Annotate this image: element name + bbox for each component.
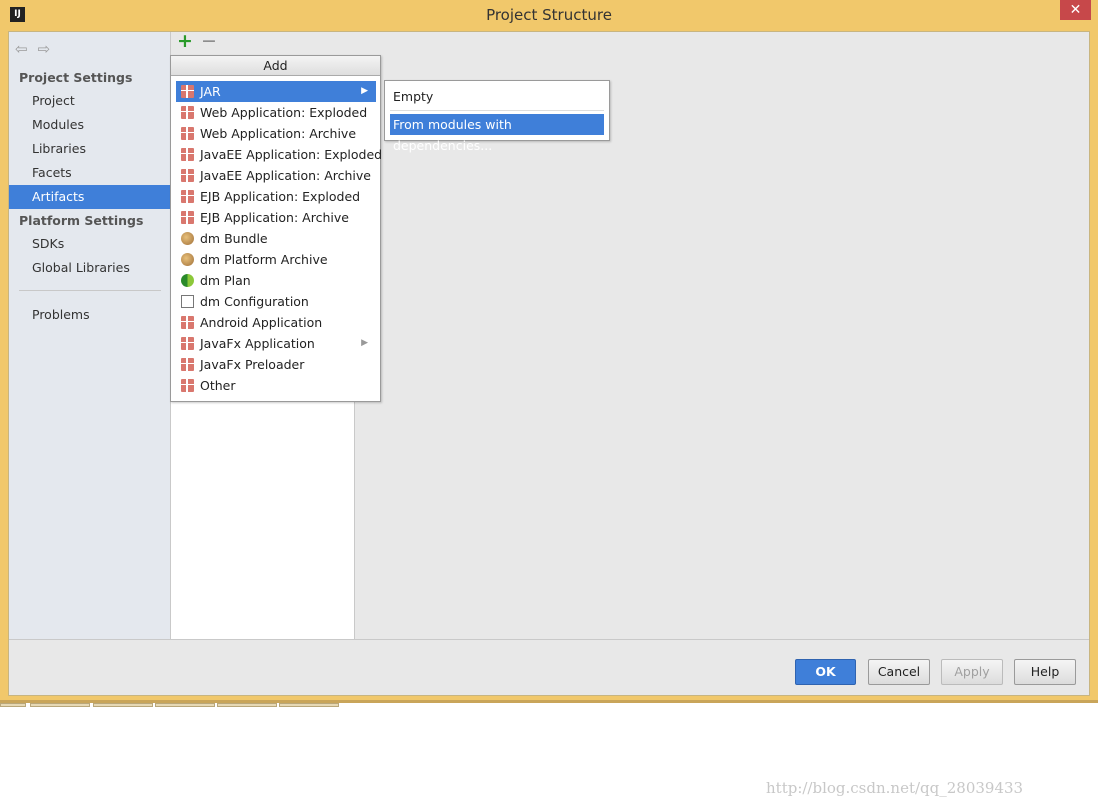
item-label: dm Plan [200,273,251,288]
item-label: EJB Application: Archive [200,210,349,225]
menu-item-javaee-application-archive[interactable]: JavaEE Application: Archive [176,165,376,186]
item-label: Artifacts [32,189,85,204]
menu-item-dm-plan[interactable]: dm Plan [176,270,376,291]
menu-item-other[interactable]: Other [176,375,376,396]
gift-icon [181,316,194,329]
forward-arrow-icon[interactable]: ⇨ [38,40,51,58]
gift-icon [181,211,194,224]
close-button[interactable]: ✕ [1060,0,1091,20]
sidebar: ⇦ ⇨ Project Settings Project Modules Librar… [9,32,171,639]
menu-item-dm-platform-archive[interactable]: dm Platform Archive [176,249,376,270]
gift-icon [181,106,194,119]
add-menu: Add JAR ▶ Web Application: Exploded Web App… [170,55,382,402]
artifacts-toolbar: + − [171,30,355,56]
doc-icon [181,295,194,308]
sidebar-item-problems[interactable]: Problems [9,303,171,327]
jar-submenu: Empty From modules with dependencies... [384,80,610,153]
help-button[interactable]: Help [1014,659,1076,685]
title-bar[interactable]: IJ Project Structure ✕ [0,0,1098,30]
menu-item-dm-bundle[interactable]: dm Bundle [176,228,376,249]
submenu-item-from-modules[interactable]: From modules with dependencies... [390,114,604,153]
sidebar-item-sdks[interactable]: SDKs [9,232,171,256]
nav-buttons: ⇦ ⇨ [15,40,60,58]
item-label: JAR [200,84,221,99]
osgi-icon [181,253,194,266]
sidebar-item-artifacts[interactable]: Artifacts [9,185,171,209]
watermark: http://blog.csdn.net/qq_28039433 [766,779,1024,797]
sidebar-item-libraries[interactable]: Libraries [9,137,171,161]
gift-icon [181,148,194,161]
menu-item-ejb-application-archive[interactable]: EJB Application: Archive [176,207,376,228]
item-label: SDKs [32,236,65,251]
back-arrow-icon[interactable]: ⇦ [15,40,28,58]
item-label: Facets [32,165,72,180]
menu-item-android-application[interactable]: Android Application [176,312,376,333]
plan-icon [181,274,194,287]
item-label: Other [200,378,236,393]
taskbar [0,703,340,707]
item-label: JavaEE Application: Exploded [200,147,383,162]
item-label: JavaFx Preloader [200,357,305,372]
apply-button[interactable]: Apply [941,659,1003,685]
platform-settings-heading: Platform Settings [19,213,144,228]
menu-item-javafx-preloader[interactable]: JavaFx Preloader [176,354,376,375]
gift-icon [181,190,194,203]
gift-icon [181,337,194,350]
item-label: Android Application [200,315,323,330]
item-label: JavaEE Application: Archive [200,168,371,183]
project-settings-heading: Project Settings [19,70,133,85]
item-label: Modules [32,117,84,132]
menu-item-ejb-application-exploded[interactable]: EJB Application: Exploded [176,186,376,207]
gift-icon [181,379,194,392]
menu-item-web-application-exploded[interactable]: Web Application: Exploded [176,102,376,123]
gift-icon [181,358,194,371]
item-label: dm Platform Archive [200,252,328,267]
gift-icon [181,85,194,98]
item-label: Global Libraries [32,260,130,275]
item-label: Web Application: Archive [200,126,357,141]
item-label: EJB Application: Exploded [200,189,361,204]
submenu-arrow-icon: ▶ [361,86,368,96]
window-title: Project Structure [486,6,612,24]
menu-item-javafx-application[interactable]: JavaFx Application ▶ [176,333,376,354]
submenu-arrow-icon: ▶ [361,338,368,348]
item-label: dm Configuration [200,294,309,309]
submenu-item-empty[interactable]: Empty [390,86,604,107]
sidebar-item-facets[interactable]: Facets [9,161,171,185]
ok-button[interactable]: OK [795,659,856,685]
item-label: Libraries [32,141,86,156]
item-label: Web Application: Exploded [200,105,368,120]
remove-icon[interactable]: − [201,30,217,52]
item-label: Project [32,93,75,108]
submenu-divider [390,110,604,111]
menu-item-dm-configuration[interactable]: dm Configuration [176,291,376,312]
cancel-button[interactable]: Cancel [868,659,930,685]
sidebar-item-global-libraries[interactable]: Global Libraries [9,256,171,280]
menu-item-web-application-archive[interactable]: Web Application: Archive [176,123,376,144]
item-label: dm Bundle [200,231,268,246]
gift-icon [181,169,194,182]
osgi-icon [181,232,194,245]
sidebar-item-modules[interactable]: Modules [9,113,171,137]
sidebar-item-project[interactable]: Project [9,89,171,113]
add-menu-title: Add [171,56,380,76]
menu-item-jar[interactable]: JAR ▶ [176,81,376,102]
gift-icon [181,127,194,140]
add-icon[interactable]: + [177,30,193,52]
sidebar-divider [19,290,161,291]
item-label: JavaFx Application [200,336,315,351]
menu-item-javaee-application-exploded[interactable]: JavaEE Application: Exploded [176,144,382,165]
footer-divider [9,639,1089,640]
